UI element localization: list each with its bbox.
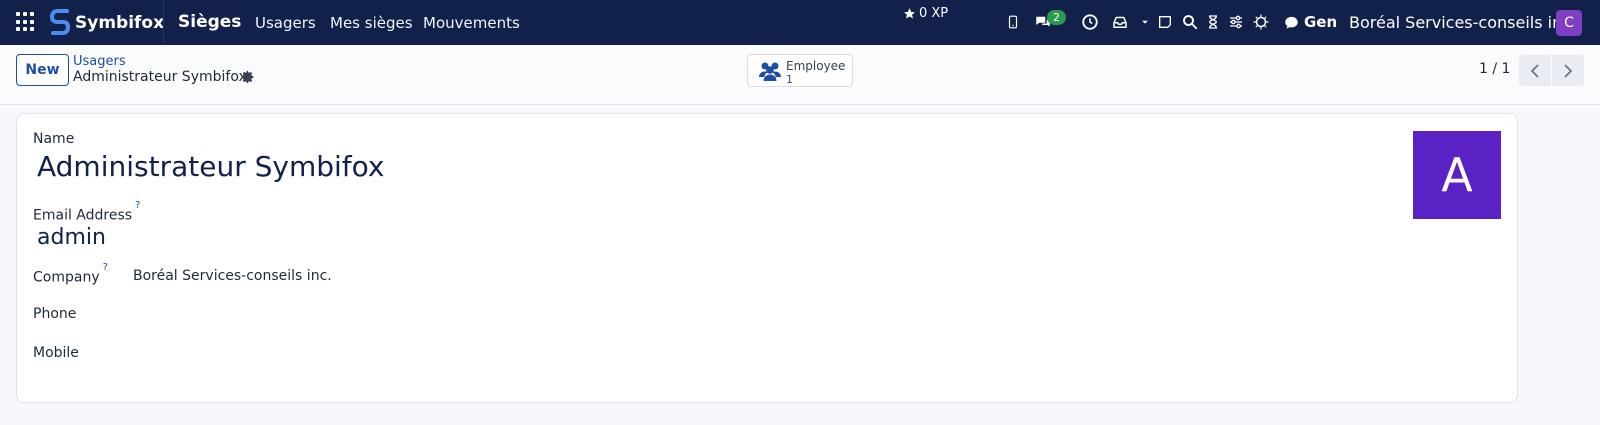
symbifox-logo-icon — [50, 9, 71, 35]
company-label-text: Company — [33, 269, 100, 286]
chevron-left-icon — [1530, 63, 1539, 78]
pager-previous-button[interactable] — [1519, 55, 1551, 86]
mobile-icon[interactable] — [1006, 12, 1020, 32]
email-label: Email Address? — [33, 200, 140, 224]
apps-menu-icon[interactable] — [16, 12, 36, 32]
company-switcher[interactable]: Boréal Services-conseils inc. — [1349, 13, 1576, 32]
users-icon — [759, 62, 781, 81]
brand-logo[interactable]: Symbifox — [50, 9, 164, 36]
xp-value: 0 XP — [919, 6, 949, 21]
breadcrumb-parent[interactable]: Usagers — [73, 54, 126, 69]
user-avatar-image[interactable]: A — [1413, 131, 1501, 219]
name-field[interactable]: Administrateur Symbifox — [37, 150, 384, 183]
chevron-right-icon — [1564, 63, 1573, 78]
inbox-icon[interactable] — [1111, 12, 1129, 32]
user-avatar[interactable]: C — [1556, 10, 1582, 36]
smart-button-count: 1 — [786, 73, 793, 86]
mobile-label: Mobile — [33, 345, 79, 361]
menu-mouvements[interactable]: Mouvements — [423, 14, 520, 32]
hourglass-icon[interactable] — [1205, 12, 1221, 32]
control-panel: New Usagers Administrateur Symbifox Empl… — [0, 45, 1600, 105]
pager-next-button[interactable] — [1552, 55, 1584, 86]
gen-label: Gen — [1304, 13, 1338, 31]
search-icon[interactable] — [1181, 12, 1199, 32]
user-form-sheet: Name Administrateur Symbifox Email Addre… — [16, 113, 1518, 403]
email-label-text: Email Address — [33, 207, 133, 224]
star-icon — [904, 8, 915, 19]
chat-badge: 2 — [1047, 10, 1066, 25]
pager-value[interactable]: 1 / 1 — [1479, 61, 1510, 77]
note-icon[interactable] — [1157, 12, 1173, 32]
new-button[interactable]: New — [16, 54, 69, 86]
menu-usagers[interactable]: Usagers — [255, 14, 316, 32]
company-label: Company? — [33, 262, 108, 286]
gear-icon[interactable] — [241, 70, 255, 84]
company-field[interactable]: Boréal Services-conseils inc. — [133, 268, 332, 284]
smart-button-label: Employee — [786, 59, 846, 73]
name-label: Name — [33, 131, 75, 147]
clock-icon[interactable] — [1080, 12, 1100, 32]
navbar-divider — [163, 0, 164, 45]
xp-indicator[interactable]: 0 XP — [903, 6, 948, 21]
menu-mes-sieges[interactable]: Mes sièges — [330, 14, 413, 32]
employee-smart-button[interactable]: Employee 1 — [747, 54, 853, 87]
email-help-tooltip[interactable]: ? — [135, 200, 140, 211]
bug-icon[interactable] — [1252, 12, 1270, 32]
speech-bubble-icon — [1285, 16, 1298, 29]
company-help-tooltip[interactable]: ? — [103, 262, 108, 273]
app-name[interactable]: Sièges — [178, 12, 241, 32]
email-field[interactable]: admin — [37, 225, 106, 250]
gen-assistant-button[interactable]: Gen — [1284, 13, 1337, 31]
breadcrumb-current: Administrateur Symbifox — [73, 69, 247, 85]
phone-label: Phone — [33, 306, 77, 322]
brand-name: Symbifox — [75, 12, 165, 33]
caret-down-icon[interactable] — [1140, 12, 1150, 32]
sliders-icon[interactable] — [1228, 12, 1244, 32]
top-navbar: Symbifox Sièges Usagers Mes sièges Mouve… — [0, 0, 1600, 45]
